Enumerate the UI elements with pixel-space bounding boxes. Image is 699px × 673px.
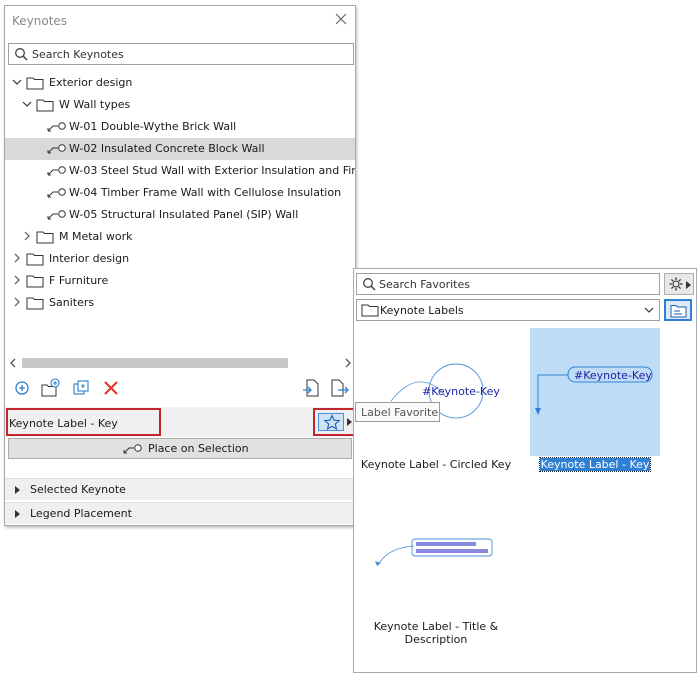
popup-arrow-icon xyxy=(347,418,352,426)
current-label-name: Keynote Label - Key xyxy=(6,408,161,436)
chevron-right-icon[interactable] xyxy=(12,253,22,263)
caption-text: Keynote Label - Key xyxy=(538,457,652,472)
keynote-label-row: Keynote Label - Key xyxy=(5,407,355,437)
add-keynote-icon[interactable] xyxy=(13,378,33,398)
tree-item-label: M Metal work xyxy=(59,230,133,243)
import-icon[interactable] xyxy=(302,378,322,398)
tree-folder-saniters[interactable]: Saniters xyxy=(5,292,355,314)
label-favorite-button[interactable] xyxy=(313,408,355,436)
tree-item-label: W-05 Structural Insulated Panel (SIP) Wa… xyxy=(69,208,299,221)
tree-item-label: Exterior design xyxy=(49,76,133,89)
tree-keynote-w02[interactable]: W-02 Insulated Concrete Block Wall xyxy=(5,138,355,160)
tree-folder-interior-design[interactable]: Interior design xyxy=(5,248,355,270)
favorite-preview-title-description[interactable] xyxy=(372,535,502,575)
search-favorites-input[interactable]: Search Favorites xyxy=(356,273,660,295)
tree-keynote-w05[interactable]: W-05 Structural Insulated Panel (SIP) Wa… xyxy=(5,204,355,226)
folder-icon xyxy=(26,77,44,90)
place-button-label: Place on Selection xyxy=(148,442,249,455)
keynote-label-icon xyxy=(47,210,66,220)
folder-icon xyxy=(26,275,44,288)
new-folder-icon[interactable] xyxy=(41,378,61,398)
tree-folder-exterior-design[interactable]: Exterior design xyxy=(5,72,355,94)
keynotes-palette: Keynotes Search Keynotes Exterior design… xyxy=(4,5,356,526)
search-icon xyxy=(363,278,376,291)
section-selected-keynote[interactable]: Selected Keynote xyxy=(5,478,355,500)
tree-item-label: F Furniture xyxy=(49,274,109,287)
folder-icon xyxy=(361,304,379,317)
label-favorite-tooltip: Label Favorite xyxy=(355,402,440,422)
search-placeholder: Search Favorites xyxy=(379,278,470,291)
tree-folder-wall-types[interactable]: W Wall types xyxy=(5,94,355,116)
section-legend-placement[interactable]: Legend Placement xyxy=(5,502,355,524)
keynote-tree: Exterior design W Wall types W-01 Double… xyxy=(5,69,355,354)
favorite-caption-key: Keynote Label - Key xyxy=(530,457,660,472)
close-icon[interactable] xyxy=(333,11,349,27)
horizontal-scrollbar[interactable] xyxy=(5,354,355,371)
chevron-down-icon xyxy=(644,307,654,313)
star-icon xyxy=(323,414,341,431)
tree-folder-metal-work[interactable]: M Metal work xyxy=(5,226,355,248)
chevron-right-icon[interactable] xyxy=(12,275,22,285)
keynote-label-icon xyxy=(47,122,66,132)
tree-keynote-w03[interactable]: W-03 Steel Stud Wall with Exterior Insul… xyxy=(5,160,355,182)
tree-item-label: W-04 Timber Frame Wall with Cellulose In… xyxy=(69,186,342,199)
keynote-toolbar xyxy=(5,375,355,401)
keynote-label-icon xyxy=(47,144,66,154)
folder-icon xyxy=(26,253,44,266)
folder-icon xyxy=(36,99,54,112)
section-label: Legend Placement xyxy=(30,507,132,520)
tree-item-label: Saniters xyxy=(49,296,95,309)
current-label-text: Keynote Label - Key xyxy=(9,417,118,430)
chevron-right-icon[interactable] xyxy=(22,231,32,241)
search-placeholder: Search Keynotes xyxy=(32,48,124,61)
scrollbar-thumb[interactable] xyxy=(22,358,288,368)
tooltip-text: Label Favorite xyxy=(361,406,439,419)
keynote-label-icon xyxy=(47,188,66,198)
triangle-right-icon xyxy=(15,486,20,494)
duplicate-keynote-icon[interactable] xyxy=(71,378,91,398)
favorites-folder-view-button[interactable] xyxy=(664,299,692,321)
tree-item-label: Interior design xyxy=(49,252,130,265)
palette-title: Keynotes xyxy=(12,14,68,28)
export-icon[interactable] xyxy=(329,378,349,398)
folder-icon xyxy=(26,297,44,310)
caption-text: Keynote Label - Title & xyxy=(373,620,499,633)
preview-sample-text: #Keynote-Key xyxy=(574,369,652,382)
chevron-down-icon[interactable] xyxy=(22,99,32,109)
caption-text: Description xyxy=(404,633,468,646)
tree-item-label: W-02 Insulated Concrete Block Wall xyxy=(69,142,265,155)
keynote-label-icon xyxy=(47,166,66,176)
preview-sample-text: #Keynote-Key xyxy=(422,385,500,398)
favorite-caption-title-description: Keynote Label - Title & Description xyxy=(356,620,516,646)
favorite-caption-circled-key: Keynote Label - Circled Key xyxy=(356,458,516,471)
popup-arrow-icon xyxy=(686,281,691,289)
gear-icon xyxy=(669,277,683,291)
favorites-popup: Search Favorites Keynote Labels #Keynote… xyxy=(353,268,697,673)
delete-icon[interactable] xyxy=(101,378,121,398)
search-keynotes-input[interactable]: Search Keynotes xyxy=(8,43,354,65)
place-on-selection-button[interactable]: Place on Selection xyxy=(8,438,352,459)
favorite-star-button[interactable] xyxy=(318,413,344,431)
tree-item-label: W Wall types xyxy=(59,98,131,111)
tree-folder-furniture[interactable]: F Furniture xyxy=(5,270,355,292)
search-icon xyxy=(15,48,28,61)
keynote-label-icon xyxy=(123,444,142,454)
tree-item-label: W-03 Steel Stud Wall with Exterior Insul… xyxy=(69,164,355,177)
favorites-folder-select[interactable]: Keynote Labels xyxy=(356,299,660,321)
favorites-settings-button[interactable] xyxy=(664,273,694,295)
tree-item-label: W-01 Double-Wythe Brick Wall xyxy=(69,120,237,133)
folder-view-icon xyxy=(670,305,687,318)
chevron-right-icon[interactable] xyxy=(12,297,22,307)
tree-keynote-w04[interactable]: W-04 Timber Frame Wall with Cellulose In… xyxy=(5,182,355,204)
chevron-down-icon[interactable] xyxy=(12,77,22,87)
favorites-folder-label: Keynote Labels xyxy=(380,304,464,317)
scroll-left-arrow-icon[interactable] xyxy=(9,358,17,368)
favorite-preview-key[interactable]: #Keynote-Key xyxy=(532,359,658,419)
section-label: Selected Keynote xyxy=(30,483,126,496)
triangle-right-icon xyxy=(15,510,20,518)
folder-icon xyxy=(36,231,54,244)
scroll-right-arrow-icon[interactable] xyxy=(344,358,352,368)
caption-text: Keynote Label - Circled Key xyxy=(360,458,512,471)
tree-keynote-w01[interactable]: W-01 Double-Wythe Brick Wall xyxy=(5,116,355,138)
